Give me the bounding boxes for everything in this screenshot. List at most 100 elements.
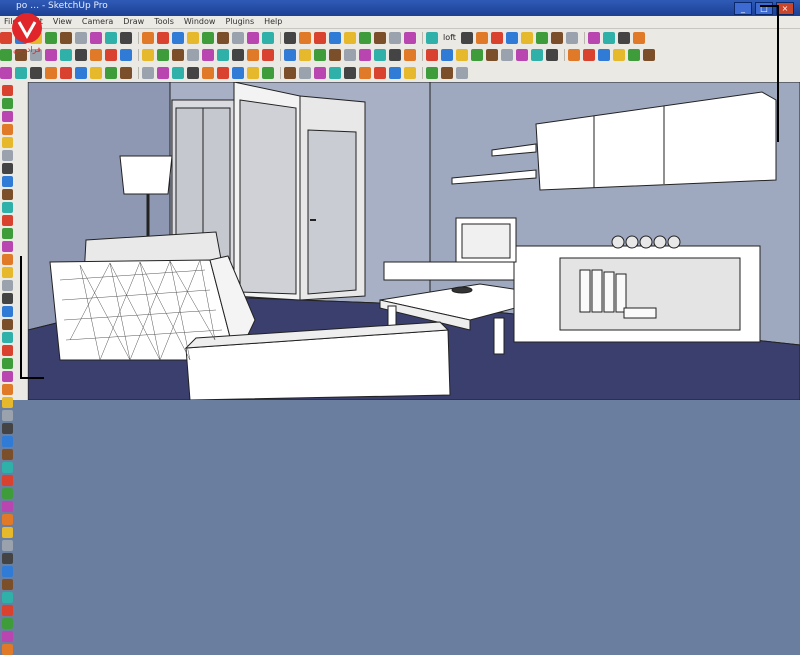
tool-button-icon[interactable] [202,31,214,44]
tool-button-icon[interactable] [217,49,229,61]
tool-button-icon[interactable] [90,49,102,61]
model-viewport[interactable] [27,81,800,401]
menu-window[interactable]: Window [184,16,216,28]
tool-button-icon[interactable] [60,49,72,61]
tool-button-icon[interactable] [516,49,528,61]
tool-button-icon[interactable] [587,31,600,44]
menu-camera[interactable]: Camera [82,16,113,28]
tool-button-icon[interactable] [157,67,169,79]
tool-button-icon[interactable] [441,67,453,79]
tool-button-icon[interactable] [299,49,311,61]
tool-button-icon[interactable] [187,67,199,79]
tool-button-icon[interactable] [344,31,356,44]
tool-button-icon[interactable] [389,49,401,61]
tool-button-icon[interactable] [232,49,244,61]
tool-button-icon[interactable] [75,49,87,61]
tool-button-icon[interactable] [565,31,578,44]
side-tool-icon[interactable] [2,176,13,187]
side-tool-icon[interactable] [2,475,13,486]
side-tool-icon[interactable] [2,436,13,447]
tool-button-icon[interactable] [520,31,533,44]
side-tool-icon[interactable] [2,566,13,577]
tool-button-icon[interactable] [374,49,386,61]
tool-button-icon[interactable] [404,31,416,44]
tool-button-icon[interactable] [471,49,483,61]
tool-button-icon[interactable] [45,67,57,79]
tool-button-icon[interactable] [15,67,27,79]
tool-button-icon[interactable] [389,67,401,79]
tool-button-icon[interactable] [456,49,468,61]
tool-button-icon[interactable] [359,31,371,44]
side-tool-icon[interactable] [2,98,13,109]
maximize-button[interactable]: □ [755,2,773,15]
tool-button-icon[interactable] [359,49,371,61]
tool-button-icon[interactable] [314,49,326,61]
tool-button-icon[interactable] [602,31,615,44]
tool-button-icon[interactable] [172,67,184,79]
side-tool-icon[interactable] [2,150,13,161]
tool-button-icon[interactable] [157,31,169,44]
tool-button-icon[interactable] [344,49,356,61]
tool-button-icon[interactable] [172,49,184,61]
side-tool-icon[interactable] [2,163,13,174]
tool-button-icon[interactable] [187,49,199,61]
side-tool-icon[interactable] [2,241,13,252]
side-tool-icon[interactable] [2,358,13,369]
tool-button-icon[interactable] [404,49,416,61]
tool-button-icon[interactable] [247,49,259,61]
side-tool-icon[interactable] [2,189,13,200]
tool-button-icon[interactable] [374,67,386,79]
tool-button-icon[interactable] [202,49,214,61]
tool-button-icon[interactable] [142,31,154,44]
side-tool-icon[interactable] [2,618,13,629]
side-tool-icon[interactable] [2,124,13,135]
side-tool-icon[interactable] [2,293,13,304]
tool-button-icon[interactable] [217,67,229,79]
side-tool-icon[interactable] [2,501,13,512]
tool-button-icon[interactable] [217,31,229,44]
side-tool-icon[interactable] [2,397,13,408]
tool-button-icon[interactable] [550,31,563,44]
menu-draw[interactable]: Draw [123,16,144,28]
tool-button-icon[interactable] [344,67,356,79]
side-tool-icon[interactable] [2,254,13,265]
tool-button-icon[interactable] [389,31,401,44]
tool-button-icon[interactable] [404,67,416,79]
tool-button-icon[interactable] [299,67,311,79]
tool-button-icon[interactable] [426,31,438,44]
tool-button-icon[interactable] [172,31,184,44]
menu-tools[interactable]: Tools [154,16,174,28]
tool-button-icon[interactable] [120,67,132,79]
side-tool-icon[interactable] [2,267,13,278]
tool-button-icon[interactable] [617,31,630,44]
tool-button-icon[interactable] [314,67,326,79]
minimize-button[interactable]: _ [734,2,752,15]
side-tool-icon[interactable] [2,514,13,525]
side-tool-icon[interactable] [2,540,13,551]
tool-button-icon[interactable] [232,67,244,79]
tool-button-icon[interactable] [329,31,341,44]
side-tool-icon[interactable] [2,371,13,382]
side-tool-icon[interactable] [2,85,13,96]
side-tool-icon[interactable] [2,423,13,434]
tool-button-icon[interactable] [105,49,117,61]
tool-button-icon[interactable] [284,67,296,79]
side-tool-icon[interactable] [2,215,13,226]
tool-button-icon[interactable] [426,49,438,61]
tool-button-icon[interactable] [157,49,169,61]
tool-button-icon[interactable] [75,67,87,79]
side-tool-icon[interactable] [2,332,13,343]
tool-button-icon[interactable] [613,49,625,61]
tool-button-icon[interactable] [120,49,132,61]
tool-button-icon[interactable] [546,49,558,61]
side-tool-icon[interactable] [2,644,13,655]
tool-button-icon[interactable] [142,67,154,79]
tool-button-icon[interactable] [90,31,102,44]
tool-button-icon[interactable] [247,31,259,44]
tool-button-icon[interactable] [329,49,341,61]
side-tool-icon[interactable] [2,280,13,291]
tool-button-icon[interactable] [0,67,12,79]
tool-button-icon[interactable] [583,49,595,61]
tool-button-icon[interactable] [374,31,386,44]
side-tool-icon[interactable] [2,605,13,616]
